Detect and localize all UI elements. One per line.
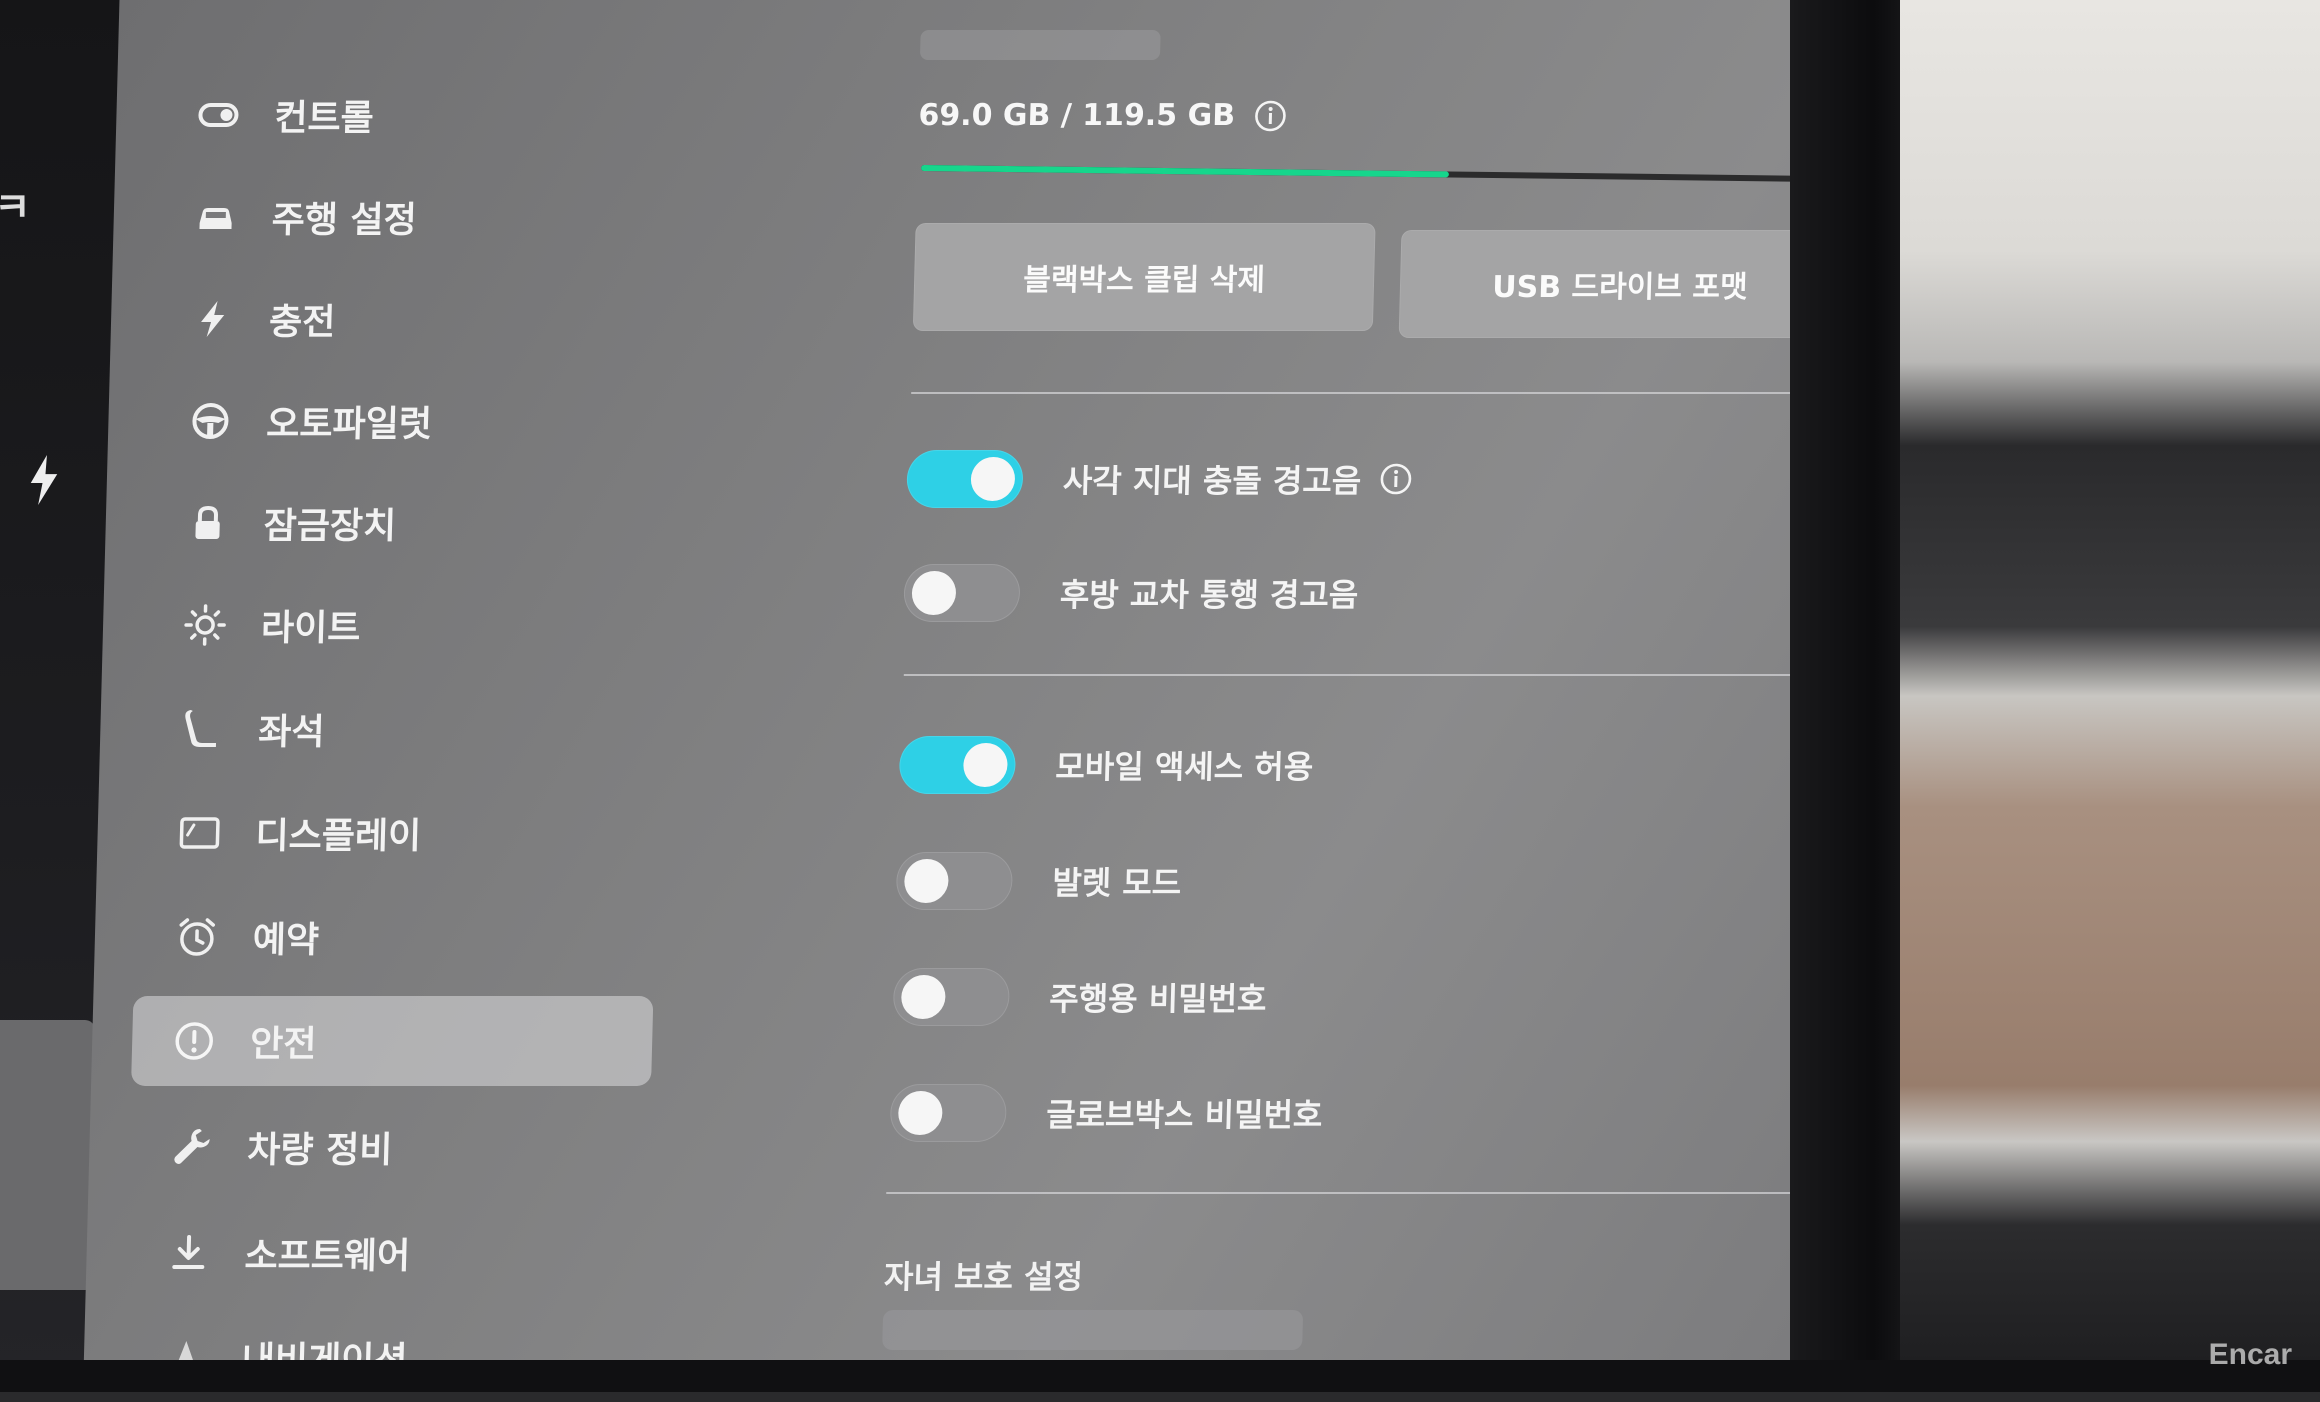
sidebar-item-software[interactable]: 소프트웨어 [125,1208,647,1298]
bolt-icon [191,297,236,341]
sidebar-item-service[interactable]: 차량 정비 [128,1102,650,1192]
setting-row-blind-spot-chime: 사각 지대 충돌 경고음 [906,450,1414,508]
setting-row-rear-cross-traffic-chime: 후방 교차 통행 경고음 [903,564,1359,622]
setting-label: 사각 지대 충돌 경고음 [1062,456,1362,502]
setting-label: 주행용 비밀번호 [1049,974,1267,1020]
format-usb-button[interactable]: USB 드라이브 포맷 [1399,230,1842,338]
sidebar-item-driving[interactable]: 주행 설정 [153,172,675,262]
light-icon [183,603,228,647]
wrench-icon [169,1125,214,1169]
glovebox-pin-toggle[interactable] [890,1084,1008,1142]
toggle-knob [970,457,1015,501]
safety-settings-panel: 69.0 GB / 119.5 GB 블랙박스 클립 삭제 USB 드라이브 포… [756,0,1792,1360]
sidebar-item-autopilot[interactable]: 오토파일럿 [147,376,669,466]
sidebar-item-label: 컨트롤 [274,89,375,141]
divider [886,1192,1836,1194]
sidebar-item-label: 잠금장치 [263,497,397,549]
sidebar-item-seats[interactable]: 좌석 [139,684,661,774]
download-icon [166,1231,211,1275]
alarm-clock-icon [174,915,219,959]
edge-glyph: ㅋ [0,175,31,233]
sidebar-item-label: 소프트웨어 [244,1227,411,1279]
car-interior-background [1900,0,2320,1392]
toggle-knob [904,859,949,903]
blind-spot-chime-toggle[interactable] [906,450,1024,508]
sidebar-item-lights[interactable]: 라이트 [142,580,664,670]
rear-cross-traffic-chime-toggle[interactable] [903,564,1021,622]
sidebar-item-safety[interactable]: 안전 [131,996,653,1086]
storage-progress-fill [921,165,1449,177]
sidebar-item-label: 오토파일럿 [266,395,433,447]
section-heading-parental-controls: 자녀 보호 설정 [883,1252,1083,1298]
parental-controls-chip[interactable] [882,1310,1303,1350]
sidebar-item-label: 안전 [250,1015,318,1067]
seat-icon [180,707,225,751]
pin-to-drive-toggle[interactable] [893,968,1011,1026]
sidebar-item-label: 충전 [268,293,336,345]
sidebar-item-label: 주행 설정 [271,191,417,243]
divider [911,392,1839,394]
setting-label: 모바일 액세스 허용 [1055,742,1314,788]
storage-usage: 69.0 GB / 119.5 GB [918,98,1288,133]
info-icon[interactable] [1379,462,1414,496]
side-card [0,1020,95,1290]
sidebar-item-schedule[interactable]: 예약 [134,892,656,982]
sidebar-item-label: 라이트 [260,599,361,651]
setting-label: 후방 교차 통행 경고음 [1059,570,1359,616]
setting-label: 발렛 모드 [1052,858,1182,904]
watermark: Encar [2209,1338,2292,1372]
delete-dashcam-clips-button[interactable]: 블랙박스 클립 삭제 [913,223,1376,331]
scroll-indicator [920,30,1161,60]
charging-bolt-icon [26,455,62,505]
sidebar-item-label: 좌석 [258,703,326,755]
sidebar-item-label: 차량 정비 [247,1121,393,1173]
car-icon [193,195,238,239]
sidebar-item-label: 디스플레이 [255,807,422,859]
valet-mode-toggle[interactable] [896,852,1014,910]
setting-label: 글로브박스 비밀번호 [1046,1090,1323,1136]
setting-row-pin-to-drive: 주행용 비밀번호 [893,968,1268,1026]
sidebar-item-display[interactable]: 디스플레이 [136,788,658,878]
steering-wheel-icon [188,399,233,443]
settings-sidebar: 컨트롤 주행 설정 충전 오토파일럿 잠금장치 라이트 좌석 디스플레이 [123,20,719,1380]
setting-row-mobile-access: 모바일 액세스 허용 [899,736,1314,794]
setting-row-glovebox-pin: 글로브박스 비밀번호 [890,1084,1324,1142]
lock-icon [185,501,230,545]
storage-progress-bar [921,165,1836,182]
toggle-knob [901,975,946,1019]
storage-usage-text: 69.0 GB / 119.5 GB [918,98,1236,133]
toggle-knob [911,571,956,615]
divider [904,674,1838,676]
alert-circle-icon [172,1019,217,1063]
sidebar-item-charging[interactable]: 충전 [150,274,672,364]
sidebar-item-controls[interactable]: 컨트롤 [155,70,677,160]
info-icon[interactable] [1253,99,1288,133]
settings-screen: 컨트롤 주행 설정 충전 오토파일럿 잠금장치 라이트 좌석 디스플레이 [84,0,1830,1360]
toggle-knob [963,743,1008,787]
toggle-icon [196,93,241,137]
bottom-taskbar [0,1360,2320,1392]
sidebar-item-label: 예약 [252,911,320,963]
setting-row-valet-mode: 발렛 모드 [896,852,1182,910]
display-icon [177,811,222,855]
mobile-access-toggle[interactable] [899,736,1017,794]
sidebar-item-locks[interactable]: 잠금장치 [145,478,667,568]
toggle-knob [898,1091,943,1135]
